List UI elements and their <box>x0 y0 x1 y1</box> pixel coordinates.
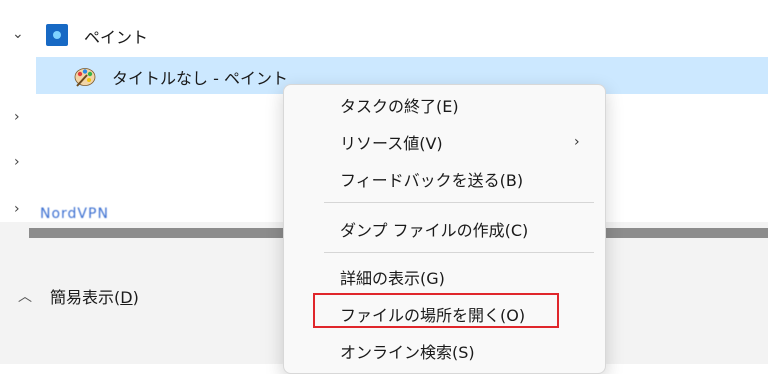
menu-item-create-dump-file[interactable]: ダンプ ファイルの作成(C) <box>284 211 605 247</box>
nordvpn-row-label: NordVPN <box>40 206 109 220</box>
context-menu: タスクの終了(E) リソース値(V) › フィードバックを送る(B) ダンプ フ… <box>283 84 606 374</box>
submenu-arrow-icon: › <box>574 134 580 150</box>
selected-process-label: タイトルなし - ペイント <box>112 69 288 88</box>
paint-app-icon <box>46 24 68 46</box>
menu-item-open-file-location[interactable]: ファイルの場所を開く(O) <box>284 296 605 332</box>
menu-item-end-task[interactable]: タスクの終了(E) <box>284 87 605 123</box>
chevron-down-icon[interactable]: ⌄ <box>12 27 24 41</box>
menu-item-send-feedback[interactable]: フィードバックを送る(B) <box>284 161 605 197</box>
group-label: ペイント <box>84 28 149 47</box>
menu-separator <box>324 252 594 253</box>
chevron-up-icon: ︿ <box>18 289 32 305</box>
menu-item-go-to-details[interactable]: 詳細の表示(G) <box>284 259 605 295</box>
menu-item-resource-values[interactable]: リソース値(V) › <box>284 124 605 160</box>
chevron-right-icon[interactable]: › <box>14 155 20 169</box>
fewer-details-toggle[interactable]: ︿ 簡易表示(D) <box>18 284 139 308</box>
menu-separator <box>324 202 594 203</box>
chevron-right-icon[interactable]: › <box>14 202 20 216</box>
paint-palette-icon <box>74 68 96 87</box>
fewer-details-label: 簡易表示(D) <box>50 288 139 307</box>
chevron-right-icon[interactable]: › <box>14 110 20 124</box>
